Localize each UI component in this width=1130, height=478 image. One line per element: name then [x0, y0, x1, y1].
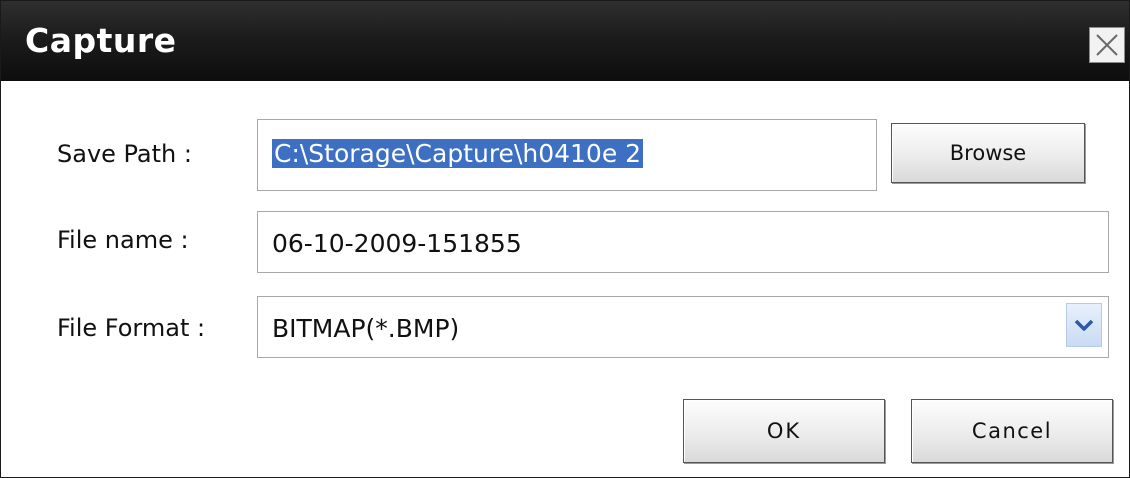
cancel-button[interactable]: Cancel [911, 399, 1113, 463]
close-icon [1096, 34, 1118, 56]
ok-button[interactable]: OK [683, 399, 885, 463]
dialog-title: Capture [25, 21, 177, 60]
title-bar: Capture [1, 1, 1129, 81]
chevron-down-icon [1074, 319, 1094, 331]
file-format-label: File Format : [57, 314, 206, 342]
file-name-value: 06-10-2009-151855 [272, 229, 522, 258]
dropdown-button[interactable] [1066, 303, 1102, 347]
close-button[interactable] [1089, 27, 1125, 63]
save-path-label: Save Path : [57, 140, 192, 168]
capture-dialog: Capture Save Path : C:\Storage\Capture\h… [0, 0, 1130, 478]
save-path-input[interactable]: C:\Storage\Capture\h0410e 2 [257, 119, 877, 191]
browse-button[interactable]: Browse [891, 123, 1085, 183]
save-path-value: C:\Storage\Capture\h0410e 2 [272, 139, 644, 168]
file-name-input[interactable]: 06-10-2009-151855 [257, 211, 1109, 273]
file-format-value: BITMAP(*.BMP) [272, 314, 460, 343]
file-name-label: File name : [57, 226, 189, 254]
file-format-select[interactable]: BITMAP(*.BMP) [257, 296, 1109, 358]
